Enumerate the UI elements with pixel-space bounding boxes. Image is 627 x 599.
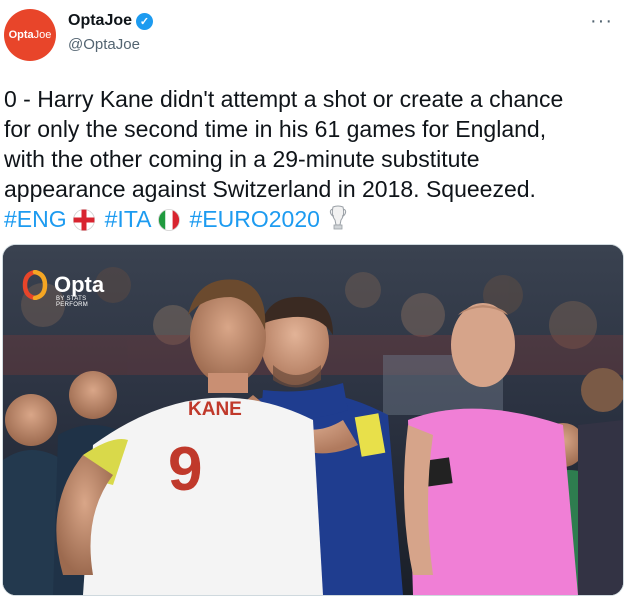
tweet: OptaJoe OptaJoe ✓ @OptaJoe ··· 0 - Harry… [0,0,627,599]
hashtag-euro2020[interactable]: #EURO2020 [190,206,320,232]
verified-icon: ✓ [136,12,154,30]
hashtag-line: #ENG #ITA #EURO2020 [4,204,624,234]
hashtag-ita[interactable]: #ITA [105,206,152,232]
england-flag-icon [72,209,95,231]
opta-watermark-text: Opta [54,272,105,297]
trophy-icon [329,205,347,230]
opta-watermark-sub: BY STATS PERFORM [56,296,89,308]
display-name-row: OptaJoe ✓ [68,12,154,30]
handle[interactable]: @OptaJoe [68,36,153,53]
avatar-logo: OptaJoe [8,29,52,41]
tweet-line: with the other coming in a 29-minute sub… [4,146,480,172]
tweet-line: appearance against Switzerland in 2018. … [4,176,536,202]
italy-flag-icon [157,209,180,231]
opta-logo-icon [22,270,48,300]
display-name[interactable]: OptaJoe [68,12,132,30]
jersey-number: 9 [168,435,202,504]
jersey-name: KANE [188,399,242,420]
tweet-line: for only the second time in his 61 games… [4,116,547,142]
more-options-icon[interactable]: ··· [590,10,613,33]
avatar[interactable]: OptaJoe [4,9,56,61]
tweet-text: 0 - Harry Kane didn't attempt a shot or … [4,84,624,234]
opta-watermark: Opta BY STATS PERFORM [22,270,105,308]
tweet-line: 0 - Harry Kane didn't attempt a shot or … [4,86,564,112]
author-info: OptaJoe ✓ @OptaJoe [68,12,154,53]
hashtag-eng[interactable]: #ENG [4,206,67,232]
